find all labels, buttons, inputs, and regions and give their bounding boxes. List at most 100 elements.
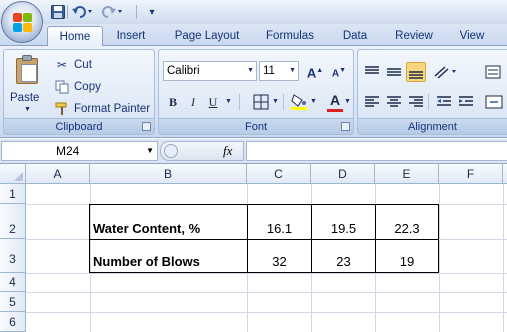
- divider: [136, 5, 137, 19]
- select-all-button[interactable]: [0, 164, 26, 184]
- borders-icon: [253, 94, 269, 110]
- tab-view[interactable]: View: [454, 26, 490, 46]
- tab-formulas[interactable]: Formulas: [261, 26, 319, 46]
- row-header-4[interactable]: 4: [0, 273, 26, 292]
- column-header-a[interactable]: A: [26, 164, 90, 184]
- underline-button[interactable]: U: [203, 92, 223, 112]
- chevron-down-icon[interactable]: ▼: [310, 92, 317, 112]
- align-top-icon: [365, 66, 379, 74]
- font-group-label: Font: [159, 118, 353, 134]
- cell-c2[interactable]: 16.1: [247, 204, 312, 240]
- column-header-b[interactable]: B: [90, 164, 247, 184]
- wrap-text-icon: [485, 65, 501, 79]
- align-right-button[interactable]: [406, 92, 426, 112]
- column-header-e[interactable]: E: [375, 164, 439, 184]
- align-left-icon: [365, 96, 379, 107]
- row-header-1[interactable]: 1: [0, 184, 26, 204]
- tab-home[interactable]: Home: [47, 26, 103, 47]
- paste-icon[interactable]: [13, 54, 41, 84]
- align-left-button[interactable]: [362, 92, 382, 112]
- borders-button[interactable]: [251, 92, 271, 112]
- customize-quick-access-button[interactable]: ▾: [146, 4, 158, 20]
- align-right-icon: [409, 96, 423, 107]
- format-painter-label: Format Painter: [74, 103, 151, 115]
- row-header-5[interactable]: 5: [0, 292, 26, 312]
- redo-icon[interactable]: [100, 4, 126, 20]
- increase-indent-button[interactable]: [456, 92, 476, 112]
- office-button[interactable]: [1, 1, 43, 43]
- row-header-2[interactable]: 2: [0, 204, 26, 239]
- formula-tools: fx: [160, 141, 244, 161]
- column-header-c[interactable]: C: [247, 164, 311, 184]
- divider: [428, 94, 429, 110]
- dialog-launcher-icon[interactable]: [142, 122, 151, 131]
- align-top-button[interactable]: [362, 62, 382, 82]
- wrap-text-button[interactable]: [484, 62, 504, 82]
- bold-button[interactable]: B: [163, 92, 183, 112]
- align-bottom-button[interactable]: [406, 62, 426, 82]
- row-header-3[interactable]: 3: [0, 239, 26, 273]
- merge-center-button[interactable]: [484, 92, 504, 112]
- font-group: Calibri ▼ 11 ▼ A▲ A▼ B I U ▼ ▼ ▼ A ▼ Fon…: [158, 49, 354, 135]
- chevron-down-icon[interactable]: ▼: [272, 92, 279, 112]
- worksheet: A B C D E F 1 2 3 4 5 6 Water Content, %…: [0, 164, 507, 332]
- save-icon[interactable]: [50, 4, 66, 20]
- alignment-group: Alignment: [357, 49, 507, 135]
- cell-b2[interactable]: Water Content, %: [89, 204, 248, 240]
- office-logo-icon: [13, 13, 33, 33]
- chevron-down-icon[interactable]: ▼: [146, 142, 154, 160]
- gridline: [26, 312, 507, 313]
- column-header-d[interactable]: D: [311, 164, 375, 184]
- row-header-6[interactable]: 6: [0, 312, 26, 332]
- align-center-button[interactable]: [384, 92, 404, 112]
- cell-b3[interactable]: Number of Blows: [89, 239, 248, 273]
- alignment-group-label: Alignment: [358, 118, 507, 134]
- copy-button[interactable]: Copy: [54, 78, 101, 96]
- italic-button[interactable]: I: [183, 92, 203, 112]
- chevron-down-icon: ▼: [289, 67, 296, 74]
- scissors-icon: ✂: [56, 58, 68, 72]
- insert-function-button[interactable]: fx: [223, 143, 232, 159]
- tab-insert[interactable]: Insert: [110, 26, 152, 46]
- column-header-f[interactable]: F: [439, 164, 503, 184]
- format-painter-button[interactable]: Format Painter: [54, 100, 150, 118]
- fill-color-button[interactable]: [289, 92, 309, 112]
- cut-button[interactable]: ✂ Cut: [54, 56, 92, 74]
- tab-review[interactable]: Review: [389, 26, 439, 46]
- font-size-value: 11: [263, 65, 275, 77]
- chevron-down-icon[interactable]: ▼: [344, 92, 351, 112]
- clipboard-group: Paste ▼ ✂ Cut Copy Format Painter Clipbo…: [3, 49, 155, 135]
- cell-c3[interactable]: 32: [247, 239, 312, 273]
- expand-icon[interactable]: [164, 144, 178, 158]
- font-color-button[interactable]: A: [325, 92, 345, 112]
- gridline: [26, 292, 507, 293]
- name-box-value: M24: [56, 144, 80, 158]
- chevron-down-icon[interactable]: ▼: [225, 92, 232, 112]
- cell-d2[interactable]: 19.5: [311, 204, 376, 240]
- chevron-down-icon[interactable]: ▼: [24, 106, 31, 113]
- align-bottom-icon: [409, 71, 423, 79]
- shrink-font-button[interactable]: A▼: [328, 61, 350, 81]
- cell-e3[interactable]: 19: [375, 239, 439, 273]
- font-name-select[interactable]: Calibri ▼: [163, 61, 257, 81]
- decrease-indent-button[interactable]: [434, 92, 454, 112]
- tab-data[interactable]: Data: [338, 26, 372, 46]
- font-size-select[interactable]: 11 ▼: [259, 61, 299, 81]
- column-header-g[interactable]: [503, 164, 507, 184]
- paste-button[interactable]: Paste: [10, 92, 39, 104]
- name-box[interactable]: M24 ▼: [1, 141, 158, 161]
- copy-label: Copy: [74, 81, 101, 93]
- formula-input[interactable]: [246, 141, 507, 161]
- grow-font-button[interactable]: A▲: [304, 61, 326, 81]
- chevron-down-icon: ▾: [149, 6, 155, 18]
- ribbon-tabs: Home Insert Page Layout Formulas Data Re…: [0, 24, 507, 47]
- cell-d3[interactable]: 23: [311, 239, 376, 273]
- orientation-button[interactable]: [432, 62, 456, 82]
- undo-icon[interactable]: [70, 4, 96, 20]
- title-bar: ▾: [0, 0, 507, 24]
- orientation-icon: [434, 66, 456, 79]
- cell-e2[interactable]: 22.3: [375, 204, 439, 240]
- align-middle-button[interactable]: [384, 62, 404, 82]
- dialog-launcher-icon[interactable]: [341, 122, 350, 131]
- tab-page-layout[interactable]: Page Layout: [171, 26, 243, 46]
